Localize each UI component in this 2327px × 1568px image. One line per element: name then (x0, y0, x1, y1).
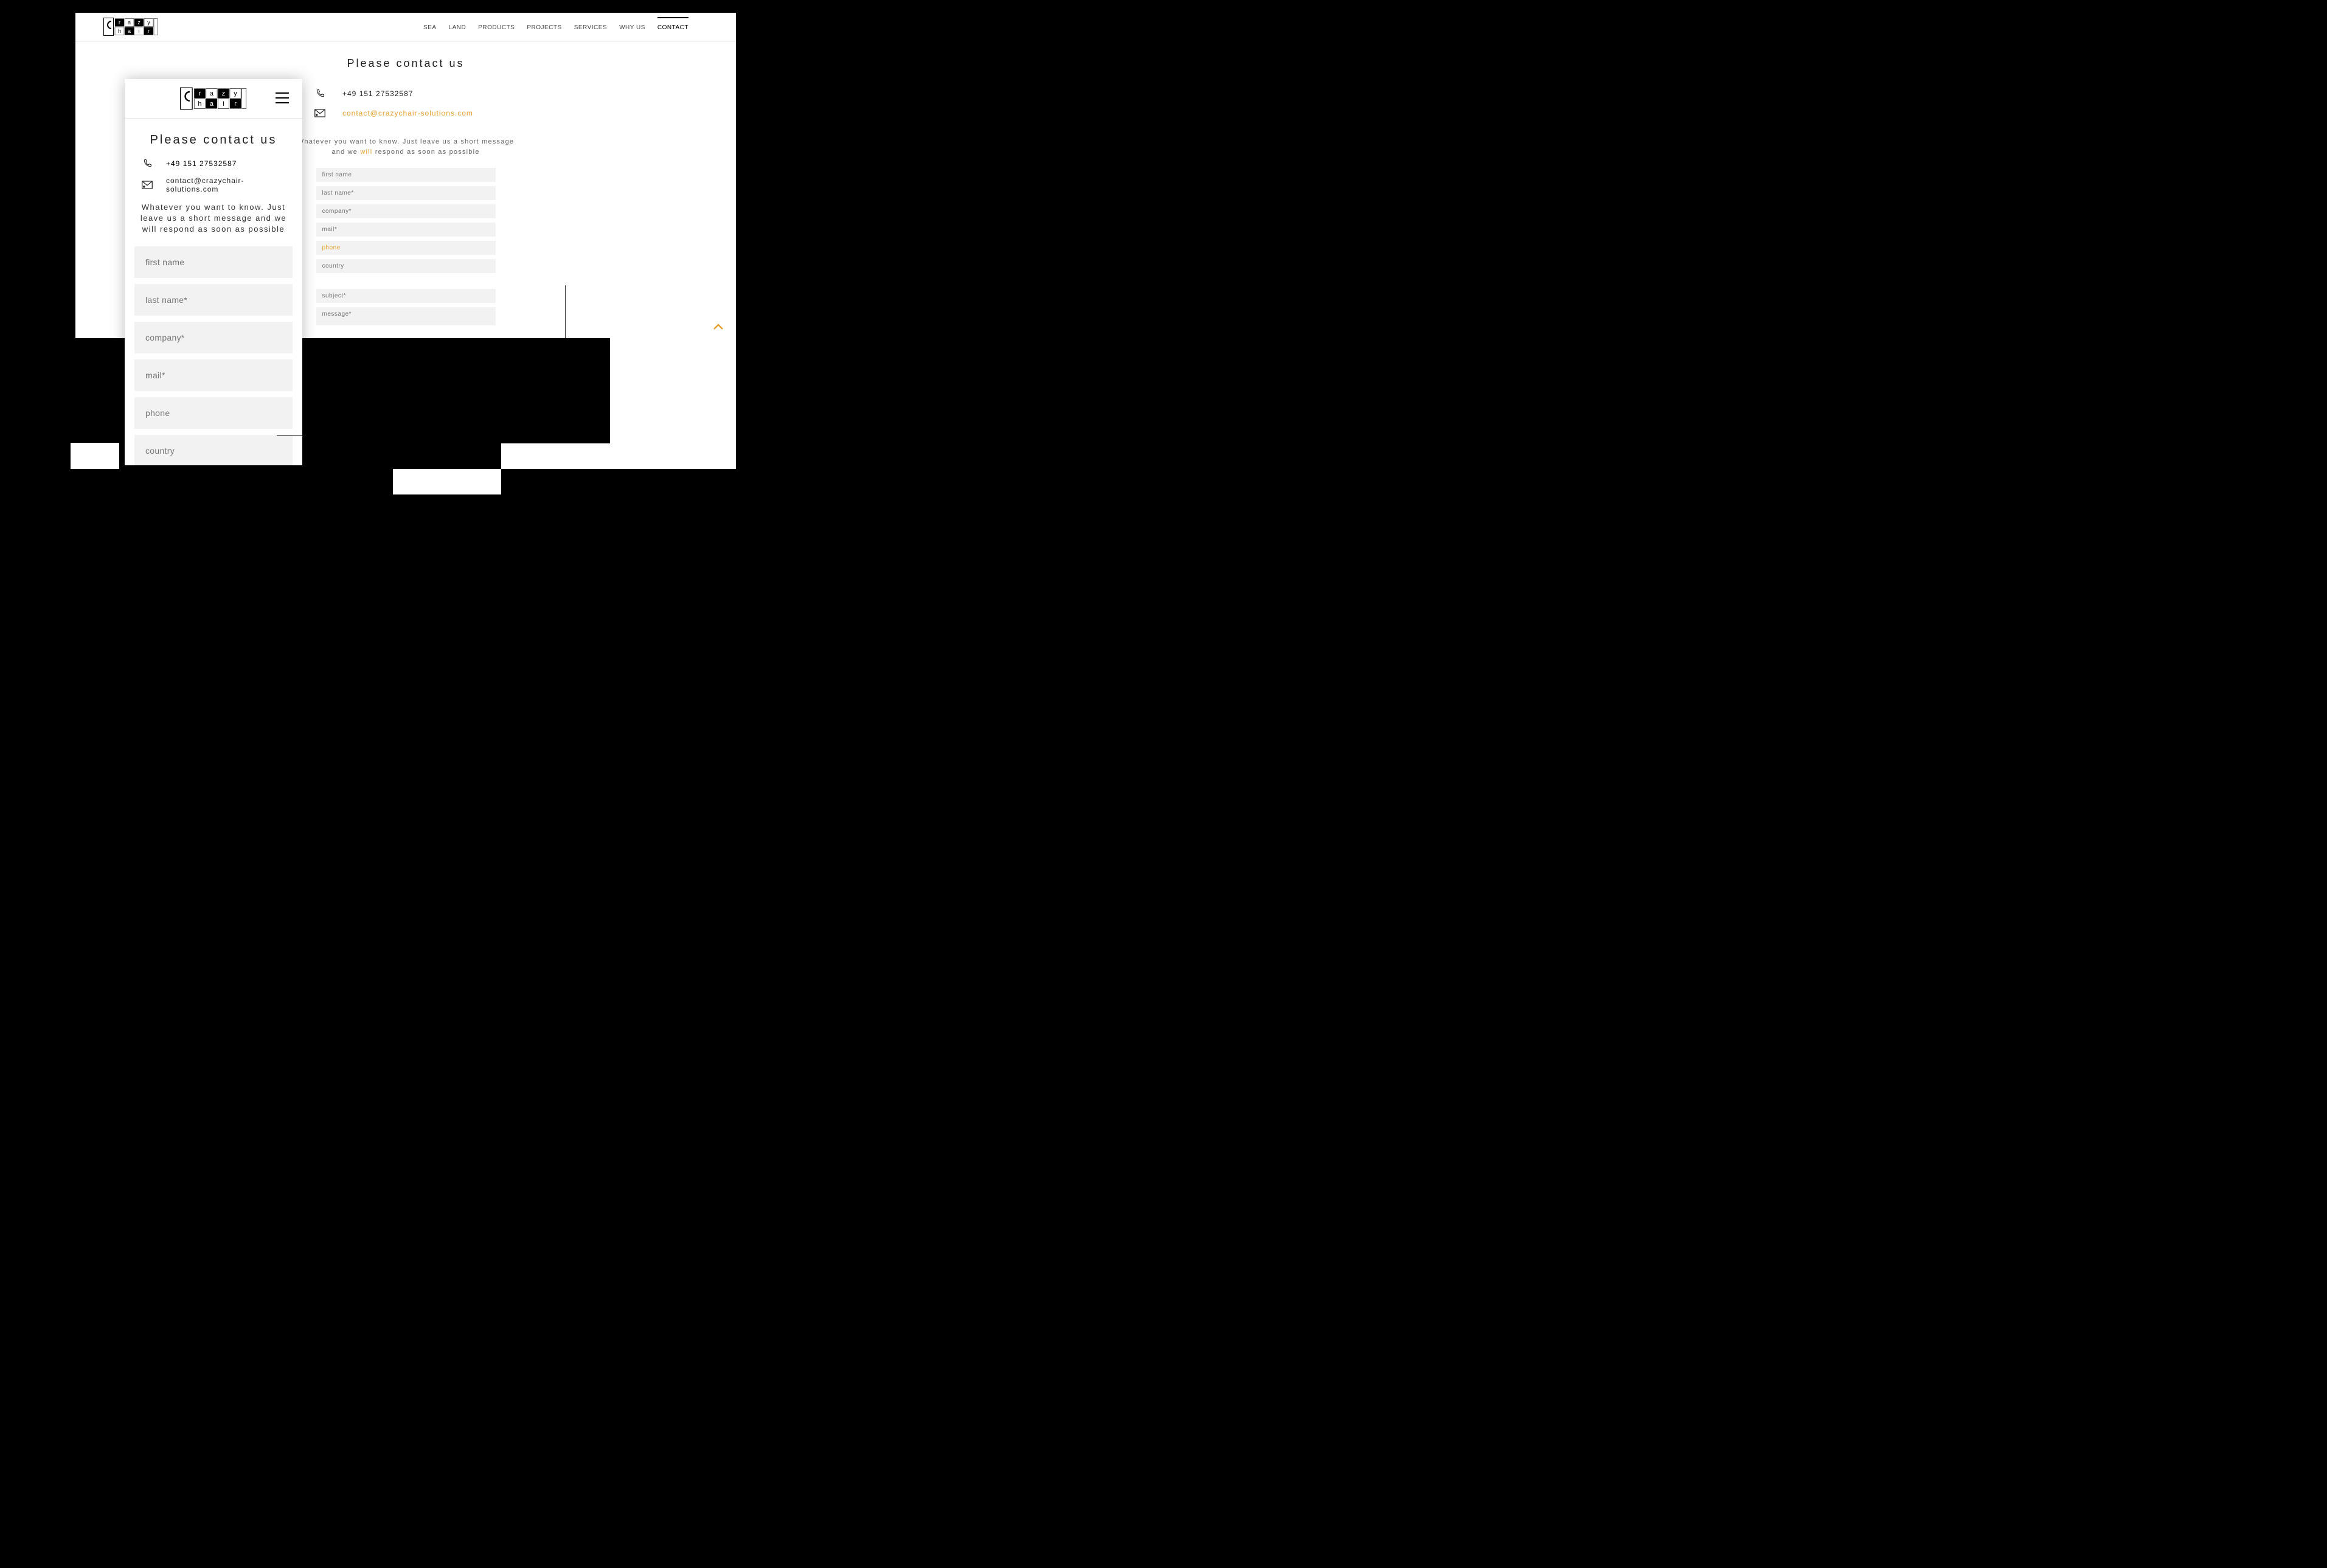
phone-input-mobile[interactable] (134, 397, 293, 429)
email-link-mobile[interactable]: contact@crazychair-solutions.com (166, 176, 285, 193)
contact-form (316, 168, 496, 325)
mobile-window: r a z y h a i r Please contact us (125, 79, 302, 465)
svg-text:a: a (210, 90, 214, 97)
country-input-mobile[interactable] (134, 435, 293, 465)
decorative-block (501, 338, 610, 443)
scroll-to-top-button[interactable] (712, 320, 725, 333)
contact-blurb-mobile: Whatever you want to know. Just leave us… (136, 202, 291, 235)
mail-input-mobile[interactable] (134, 359, 293, 391)
nav-sea[interactable]: SEA (423, 21, 437, 31)
svg-text:a: a (128, 19, 131, 26)
decorative-block (501, 338, 736, 469)
email-row-mobile: contact@crazychair-solutions.com (142, 176, 285, 193)
last-name-input[interactable] (316, 186, 496, 200)
svg-text:i: i (139, 28, 140, 34)
svg-text:y: y (234, 90, 237, 97)
email-row: contact@crazychair-solutions.com (314, 108, 497, 119)
mail-input[interactable] (316, 223, 496, 237)
last-name-input-mobile[interactable] (134, 284, 293, 316)
email-link[interactable]: contact@crazychair-solutions.com (342, 109, 473, 117)
phone-icon (314, 88, 325, 99)
nav-land[interactable]: LAND (449, 21, 466, 31)
nav-services[interactable]: SERVICES (574, 21, 607, 31)
svg-text:i: i (223, 100, 224, 108)
subject-input[interactable] (316, 289, 496, 303)
contact-info: +49 151 27532587 contact@crazychair-solu… (314, 88, 497, 119)
mobile-header: r a z y h a i r (125, 79, 302, 119)
brand-logo[interactable]: r a z y h a i r (103, 18, 158, 36)
nav-projects[interactable]: PROJECTS (527, 21, 561, 31)
page-title: Please contact us (75, 57, 736, 70)
mail-icon (142, 179, 153, 190)
phone-row: +49 151 27532587 (314, 88, 497, 99)
svg-text:h: h (118, 28, 121, 34)
logo-text: r (119, 19, 120, 26)
page-title-mobile: Please contact us (125, 133, 302, 147)
message-input[interactable] (316, 307, 496, 325)
hamburger-menu-button[interactable] (276, 92, 289, 103)
phone-row-mobile: +49 151 27532587 (142, 158, 285, 169)
decorative-block (71, 443, 119, 469)
svg-text:r: r (234, 100, 237, 108)
svg-text:a: a (128, 28, 131, 34)
desktop-header: r a z y h a i r SEA LAND PR (75, 13, 736, 41)
decorative-vertical-line (565, 285, 566, 338)
main-nav: SEA LAND PRODUCTS PROJECTS SERVICES WHY … (423, 21, 688, 31)
contact-blurb: Whatever you want to know. Just leave us… (290, 137, 521, 157)
first-name-input-mobile[interactable] (134, 246, 293, 278)
nav-contact[interactable]: CONTACT (657, 17, 688, 31)
mail-icon (314, 108, 325, 119)
contact-info-mobile: +49 151 27532587 contact@crazychair-solu… (125, 158, 302, 193)
phone-icon (142, 158, 153, 169)
nav-why-us[interactable]: WHY US (619, 21, 645, 31)
svg-text:z: z (137, 19, 140, 26)
svg-text:y: y (147, 19, 150, 26)
phone-number[interactable]: +49 151 27532587 (342, 89, 413, 98)
company-input-mobile[interactable] (134, 322, 293, 353)
country-input[interactable] (316, 259, 496, 273)
first-name-input[interactable] (316, 168, 496, 182)
svg-text:z: z (222, 90, 226, 97)
blurb-highlight: will (360, 148, 372, 156)
svg-text:a: a (210, 100, 214, 108)
hamburger-icon (276, 92, 289, 94)
brand-logo-mobile[interactable]: r a z y h a i r (180, 87, 247, 110)
nav-products[interactable]: PRODUCTS (478, 21, 515, 31)
svg-text:h: h (198, 100, 201, 108)
contact-form-mobile (125, 246, 302, 465)
svg-text:r: r (148, 28, 150, 34)
company-input[interactable] (316, 204, 496, 218)
chevron-up-icon (713, 324, 723, 330)
phone-number-mobile[interactable]: +49 151 27532587 (166, 159, 237, 168)
blurb-part-b: respond as soon as possible (372, 148, 479, 156)
phone-input[interactable] (316, 241, 496, 255)
svg-text:r: r (199, 90, 201, 97)
